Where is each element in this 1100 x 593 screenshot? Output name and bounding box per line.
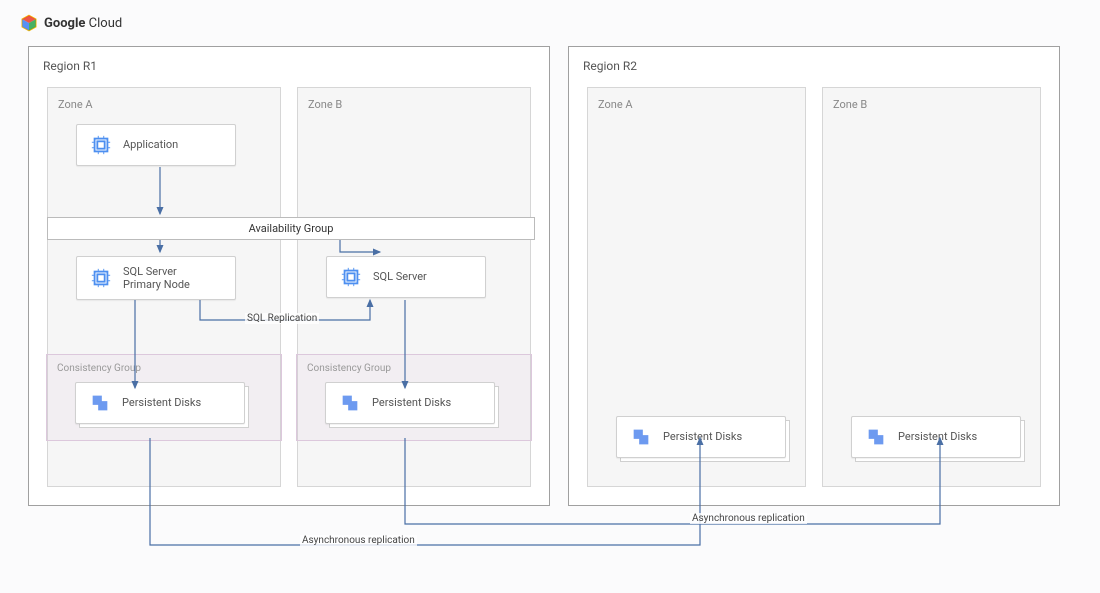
- compute-engine-icon: [89, 266, 113, 290]
- sql-primary-card: SQL Server Primary Node: [76, 256, 236, 300]
- async-replication-label-bottom: Asynchronous replication: [300, 535, 417, 546]
- availability-group: Availability Group: [47, 217, 535, 240]
- region-r1: Region R1 Zone A Application SQL Server …: [28, 46, 550, 506]
- application-card: Application: [76, 124, 236, 166]
- disks-r2a-label: Persistent Disks: [663, 430, 742, 443]
- region-r1-title: Region R1: [43, 59, 535, 73]
- consistency-group-r1a: Consistency Group Persistent Disks: [46, 354, 282, 441]
- persistent-disk-icon: [88, 391, 112, 415]
- zone-r1-a-title: Zone A: [58, 98, 270, 111]
- disks-r1a-label: Persistent Disks: [122, 396, 201, 409]
- zone-r2-a: Zone A Persistent Disks: [587, 87, 806, 487]
- zone-r1-b: Zone B SQL Server Consistency Group: [297, 87, 531, 487]
- disks-r1a-card: Persistent Disks: [75, 382, 245, 424]
- zone-r2-b: Zone B Persistent Disks: [822, 87, 1041, 487]
- sql-secondary-card: SQL Server: [326, 256, 486, 298]
- disks-r2b-card: Persistent Disks: [851, 416, 1021, 458]
- zone-r2-b-title: Zone B: [833, 98, 1030, 111]
- region-r2-title: Region R2: [583, 59, 1045, 73]
- sql-replication-label: SQL Replication: [245, 313, 319, 324]
- async-replication-label-top: Asynchronous replication: [690, 513, 807, 524]
- header: Google Cloud: [0, 0, 1100, 46]
- consistency-group-r1a-title: Consistency Group: [57, 363, 271, 374]
- zone-r2-a-title: Zone A: [598, 98, 795, 111]
- sql-primary-label: SQL Server Primary Node: [123, 265, 190, 291]
- persistent-disk-icon: [338, 391, 362, 415]
- region-r2: Region R2 Zone A Persistent Disks Zone B: [568, 46, 1060, 506]
- application-label: Application: [123, 138, 178, 151]
- disks-r2a-card: Persistent Disks: [616, 416, 786, 458]
- zone-r1-a: Zone A Application SQL Server Primary No…: [47, 87, 281, 487]
- compute-engine-icon: [89, 133, 113, 157]
- gcloud-hex-icon: [20, 14, 38, 32]
- disks-r1b-card: Persistent Disks: [325, 382, 495, 424]
- compute-engine-icon: [339, 265, 363, 289]
- diagram-body: Region R1 Zone A Application SQL Server …: [0, 46, 1100, 506]
- consistency-group-r1b-title: Consistency Group: [307, 363, 521, 374]
- disks-r2b-label: Persistent Disks: [898, 430, 977, 443]
- zone-r1-b-title: Zone B: [308, 98, 520, 111]
- sql-secondary-label: SQL Server: [373, 270, 427, 283]
- persistent-disk-icon: [629, 425, 653, 449]
- consistency-group-r1b: Consistency Group Persistent Disks: [296, 354, 532, 441]
- persistent-disk-icon: [864, 425, 888, 449]
- header-title: Google Cloud: [44, 16, 122, 31]
- disks-r1b-label: Persistent Disks: [372, 396, 451, 409]
